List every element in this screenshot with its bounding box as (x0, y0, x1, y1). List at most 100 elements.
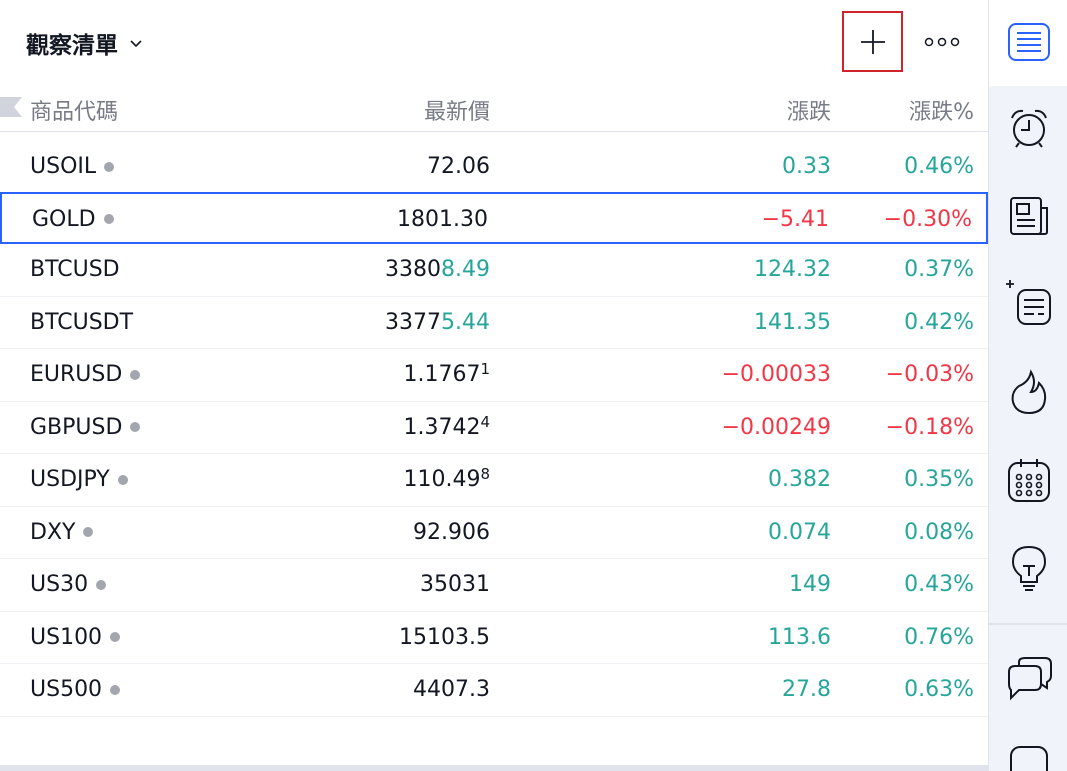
row-last-price: 92.906 (413, 520, 490, 545)
last-price-main: 1.1767 (403, 362, 481, 387)
last-price-changed-digits: 5.44 (441, 309, 490, 335)
symbol-label: USOIL (30, 154, 97, 179)
row-change: −0.00033 (721, 362, 831, 387)
row-change-percent: 0.76% (904, 624, 974, 650)
symbol-label: BTCUSDT (30, 309, 134, 335)
chat-icon (1005, 654, 1053, 702)
row-change-percent: 0.42% (904, 309, 974, 335)
row-change: 0.382 (768, 467, 831, 492)
row-last-price: 33775.44 (385, 310, 490, 335)
add-symbol-button[interactable] (842, 11, 903, 72)
news-button[interactable] (999, 186, 1059, 246)
hotlists-icon (1004, 278, 1054, 328)
row-change: 0.074 (768, 519, 831, 545)
last-price-pip-digit: 8 (480, 465, 490, 483)
row-symbol: DXY (30, 519, 94, 545)
row-last-price: 1801.30 (397, 207, 488, 232)
watchlist-button[interactable] (999, 12, 1059, 72)
row-symbol: USOIL (30, 154, 115, 179)
row-symbol: BTCUSDT (30, 310, 133, 335)
lightbulb-icon (1009, 544, 1049, 592)
column-header-change-pct[interactable]: 漲跌% (909, 94, 974, 126)
market-status-dot-icon (117, 474, 128, 485)
row-last-price: 4407.3 (413, 677, 490, 702)
messages-button[interactable] (999, 735, 1059, 771)
column-header-change[interactable]: 漲跌 (787, 94, 831, 126)
row-change: 149 (789, 572, 831, 597)
last-price-main: 3380 (385, 257, 442, 282)
more-options-button[interactable] (916, 26, 968, 58)
calendar-button[interactable] (999, 450, 1059, 510)
table-row[interactable]: US30 35031 149 0.43% (0, 559, 988, 612)
row-last-price: 1.37424 (403, 413, 490, 440)
market-status-dot-icon (104, 161, 115, 172)
table-row[interactable]: GBPUSD 1.37424 −0.00249 −0.18% (0, 402, 988, 454)
column-header-symbol[interactable]: 商品代碼 (30, 94, 118, 126)
last-price-main: 72.06 (427, 154, 490, 179)
market-status-dot-icon (110, 684, 121, 695)
row-change: 141.35 (754, 309, 831, 335)
row-change-percent: 0.35% (904, 467, 974, 492)
row-change-percent: 0.08% (904, 519, 974, 545)
last-price-main: 92.906 (413, 519, 490, 545)
flag-icon (0, 97, 22, 117)
table-row[interactable]: US500 4407.3 27.8 0.63% (0, 664, 988, 717)
table-row[interactable]: US100 15103.5 113.6 0.76% (0, 612, 988, 664)
alerts-button[interactable] (999, 98, 1059, 158)
last-price-main: 1801.30 (397, 206, 488, 232)
symbol-label: GOLD (32, 206, 96, 232)
last-price-main: 3377 (385, 309, 442, 335)
watchlist-panel: 觀察清單 商品代碼 最新價 漲跌 漲跌% USOIL 72.06 0.33 0.… (0, 0, 988, 771)
trending-button[interactable] (999, 362, 1059, 422)
table-row[interactable]: USOIL 72.06 0.33 0.46% (0, 141, 988, 194)
alarm-clock-icon (1007, 106, 1051, 150)
last-price-main: 35031 (420, 572, 490, 597)
last-price-main: 4407.3 (413, 677, 490, 702)
table-row[interactable]: DXY 92.906 0.074 0.08% (0, 507, 988, 559)
row-last-price: 110.498 (403, 465, 490, 492)
symbol-label: DXY (30, 519, 76, 545)
watchlist-title-dropdown[interactable]: 觀察清單 (26, 26, 144, 60)
table-row[interactable]: BTCUSDT 33775.44 141.35 0.42% (0, 297, 988, 349)
ideas-button[interactable] (999, 538, 1059, 598)
market-status-dot-icon (130, 422, 141, 432)
last-price-main: 110.49 (403, 467, 481, 492)
market-status-dot-icon (103, 214, 114, 224)
row-change: −0.00249 (721, 414, 831, 440)
row-change-percent: 0.46% (904, 154, 974, 179)
right-toolbar (988, 0, 1067, 771)
row-symbol: US500 (30, 677, 121, 702)
scrollbar-track[interactable] (0, 765, 988, 771)
chats-button[interactable] (999, 648, 1059, 708)
last-price-main: 15103.5 (399, 624, 490, 650)
symbol-label: US100 (30, 624, 103, 650)
table-row[interactable]: USDJPY 110.498 0.382 0.35% (0, 454, 988, 507)
symbol-label: USDJPY (30, 467, 110, 492)
row-symbol: GBPUSD (30, 415, 141, 440)
calendar-icon (1007, 457, 1051, 503)
hotlists-button[interactable] (999, 273, 1059, 333)
toolbar-divider (989, 623, 1067, 625)
row-last-price: 1.17671 (403, 360, 490, 387)
chevron-down-icon (128, 35, 144, 51)
last-price-pip-digit: 1 (480, 360, 490, 378)
table-row[interactable]: EURUSD 1.17671 −0.00033 −0.03% (0, 349, 988, 402)
plus-icon (859, 28, 887, 56)
row-symbol: US100 (30, 624, 121, 650)
column-header-last[interactable]: 最新價 (424, 94, 490, 126)
market-status-dot-icon (83, 527, 94, 537)
row-last-price: 33808.49 (385, 257, 490, 282)
symbol-label: BTCUSD (30, 257, 120, 282)
row-change: −5.41 (761, 206, 829, 232)
row-symbol: US30 (30, 572, 107, 597)
row-last-price: 35031 (420, 572, 490, 597)
last-price-changed-digits: 8.49 (441, 257, 490, 282)
market-status-dot-icon (130, 369, 141, 380)
table-row[interactable]: BTCUSD 33808.49 124.32 0.37% (0, 244, 988, 297)
table-row[interactable]: GOLD 1801.30 −5.41 −0.30% (0, 191, 988, 244)
symbol-label: US500 (30, 677, 103, 702)
row-change-percent: 0.43% (904, 572, 974, 597)
market-status-dot-icon (96, 579, 107, 590)
row-change-percent: −0.30% (883, 206, 972, 232)
more-horizontal-icon (924, 36, 960, 48)
